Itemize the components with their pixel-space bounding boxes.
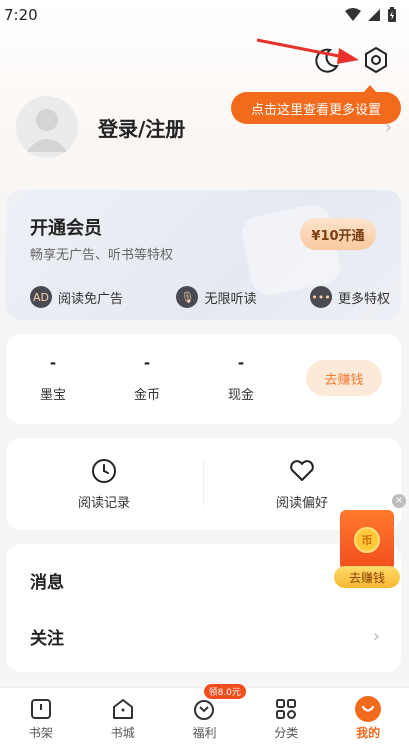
- earn-money-button[interactable]: 去赚钱: [306, 360, 382, 396]
- default-avatar-icon: [26, 109, 68, 152]
- asset-label: 墨宝: [39, 388, 66, 403]
- bookshelf-icon: [30, 699, 51, 719]
- floating-widget-box: 币: [340, 510, 394, 570]
- bottom-nav: 书架 书城 领8.0元 福利 分类 我的: [0, 684, 409, 747]
- asset-value: -: [143, 354, 151, 372]
- profile-login-row[interactable]: 登录/注册 ›: [16, 95, 396, 159]
- signal-icon: [368, 9, 380, 21]
- divider: [203, 460, 204, 506]
- profile-active-icon: [355, 696, 382, 722]
- status-icons: [345, 7, 397, 23]
- status-time: 7:20: [4, 6, 38, 24]
- clock-icon: [92, 459, 116, 483]
- close-icon[interactable]: ×: [392, 494, 406, 508]
- coin-icon: 币: [354, 527, 380, 553]
- more-dots-icon: •••: [309, 286, 332, 308]
- asset-coins[interactable]: - 金币: [112, 354, 182, 403]
- following-label: 关注: [30, 628, 64, 649]
- settings-gear-icon[interactable]: [360, 44, 392, 76]
- perk-more[interactable]: ••• 更多特权: [309, 286, 390, 308]
- floating-earn-label: 去赚钱: [334, 566, 400, 588]
- asset-value: -: [237, 354, 245, 372]
- perk-label: 阅读免广告: [58, 291, 124, 307]
- nav-category[interactable]: 分类: [245, 688, 327, 747]
- microphone-icon: 🎙: [176, 286, 199, 308]
- chevron-right-icon: ›: [384, 117, 392, 138]
- home-icon: [112, 699, 133, 719]
- assets-card: - 墨宝 - 金币 - 现金 去赚钱: [6, 334, 401, 424]
- asset-cash[interactable]: - 现金: [206, 354, 276, 403]
- nav-label: 我的: [356, 726, 381, 740]
- perk-label: 更多特权: [337, 291, 390, 307]
- heart-icon: [290, 460, 314, 481]
- nav-label: 书城: [110, 726, 135, 740]
- battery-icon: [388, 7, 396, 22]
- vip-title: 开通会员: [30, 218, 102, 239]
- nav-mine[interactable]: 我的: [327, 688, 409, 747]
- avatar[interactable]: [16, 96, 78, 158]
- status-bar: 7:20: [0, 0, 409, 30]
- gift-icon: [194, 700, 215, 720]
- reading-history-label: 阅读记录: [77, 496, 130, 511]
- perk-ad-free[interactable]: AD 阅读免广告: [30, 286, 123, 308]
- vip-decoration: [238, 201, 344, 299]
- vip-perks: AD 阅读免广告 🎙 无限听读 ••• 更多特权: [30, 286, 390, 308]
- reading-history-item[interactable]: 阅读记录: [44, 458, 164, 511]
- category-grid-icon: [276, 699, 297, 719]
- nav-label: 书架: [28, 726, 53, 740]
- pointer-arrow-icon: [256, 38, 359, 64]
- vip-card[interactable]: 开通会员 畅享无广告、听书等特权 ¥10开通 AD 阅读免广告 🎙 无限听读 •…: [6, 190, 401, 320]
- asset-value: -: [49, 354, 57, 372]
- welfare-badge: 领8.0元: [203, 684, 246, 699]
- reading-preference-label: 阅读偏好: [275, 496, 328, 511]
- vip-open-button[interactable]: ¥10开通: [300, 218, 376, 250]
- perk-unlimited-listen[interactable]: 🎙 无限听读: [176, 286, 257, 308]
- asset-label: 金币: [133, 388, 160, 403]
- perk-label: 无限听读: [204, 291, 257, 307]
- messages-row[interactable]: 消息: [30, 560, 380, 600]
- reading-preference-item[interactable]: 阅读偏好: [242, 458, 362, 511]
- asset-mobao[interactable]: - 墨宝: [18, 354, 88, 403]
- login-register-label[interactable]: 登录/注册: [98, 113, 185, 142]
- messages-label: 消息: [30, 572, 64, 593]
- nav-welfare[interactable]: 领8.0元 福利: [164, 684, 246, 747]
- nav-bookstore[interactable]: 书城: [82, 688, 164, 747]
- nav-bookshelf[interactable]: 书架: [0, 688, 82, 747]
- asset-label: 现金: [227, 388, 254, 403]
- following-row[interactable]: 关注 ›: [30, 616, 380, 656]
- ad-free-icon: AD: [30, 286, 52, 308]
- wifi-icon: [345, 8, 361, 21]
- vip-subtitle: 畅享无广告、听书等特权: [30, 248, 174, 263]
- nav-label: 分类: [274, 726, 299, 740]
- nav-label: 福利: [192, 726, 217, 740]
- chevron-right-icon: ›: [372, 625, 380, 647]
- floating-earn-widget[interactable]: 币 去赚钱: [334, 510, 400, 590]
